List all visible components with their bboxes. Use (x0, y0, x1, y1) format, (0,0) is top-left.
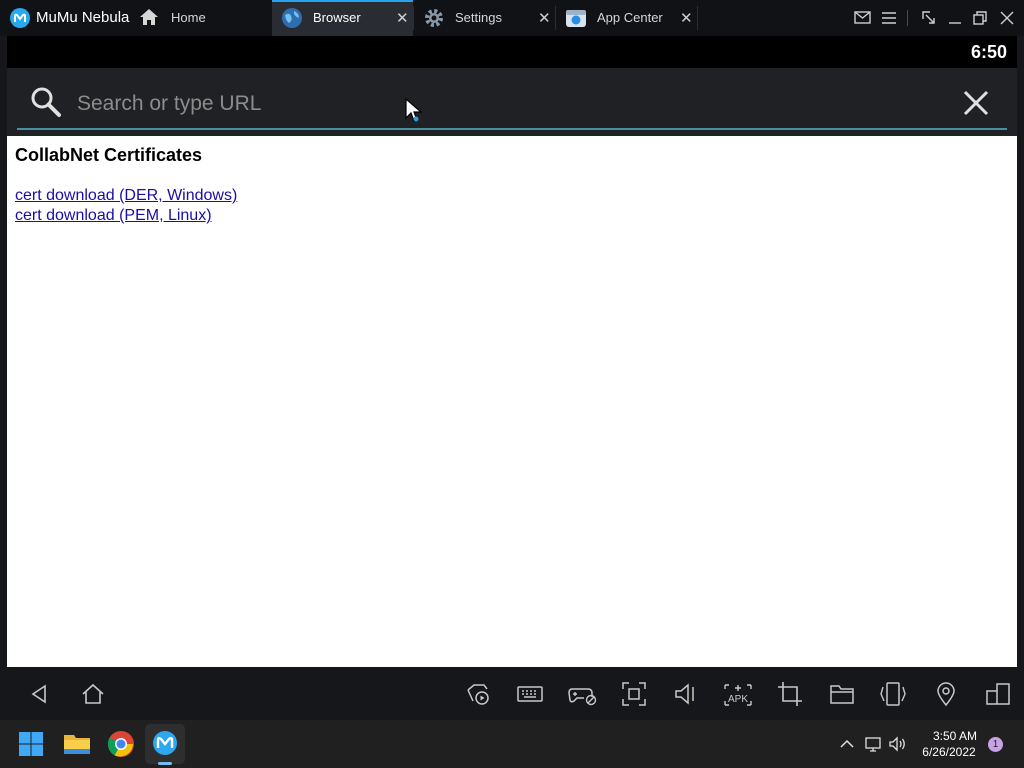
clear-icon[interactable] (963, 90, 989, 116)
file-explorer-icon[interactable] (62, 730, 94, 762)
apk-install-icon[interactable]: APK (723, 681, 753, 707)
notification-badge[interactable]: 1 (988, 737, 1003, 752)
tab-app-center-label: App Center (597, 10, 663, 25)
volume-icon[interactable] (673, 681, 699, 707)
location-icon[interactable] (933, 681, 959, 707)
menu-icon[interactable] (878, 7, 900, 29)
web-page: CollabNet Certificates cert download (DE… (7, 136, 1017, 667)
chrome-icon[interactable] (106, 729, 138, 761)
screen-fit-icon[interactable] (621, 681, 647, 707)
tab-app-center[interactable]: App Center ✕ (556, 0, 697, 36)
search-icon[interactable] (29, 85, 63, 119)
clock-time[interactable]: 3:50 AM (920, 729, 990, 743)
globe-icon (282, 8, 302, 28)
gear-icon (425, 9, 443, 27)
emulator-toolbar: APK (0, 667, 1024, 720)
url-bar (7, 68, 1017, 136)
minimize-icon[interactable] (944, 7, 966, 29)
url-bar-underline (17, 128, 1007, 130)
gamepad-icon[interactable] (568, 681, 597, 707)
tab-browser-label: Browser (313, 10, 361, 25)
multi-window-icon[interactable] (985, 681, 1011, 707)
speaker-icon[interactable] (889, 736, 907, 752)
url-input[interactable] (75, 86, 939, 122)
tab-home-label: Home (171, 10, 206, 25)
status-time: 6:50 (970, 42, 1007, 62)
close-icon[interactable]: ✕ (396, 9, 409, 27)
rotate-icon[interactable] (880, 681, 906, 707)
chevron-up-icon[interactable] (838, 736, 856, 752)
back-icon[interactable] (26, 681, 52, 707)
windows-start-icon[interactable] (17, 730, 47, 760)
close-icon[interactable]: ✕ (680, 9, 693, 27)
restore-icon[interactable] (969, 7, 991, 29)
crop-icon[interactable] (777, 681, 803, 707)
app-center-icon (566, 10, 586, 27)
tab-browser[interactable]: Browser ✕ (272, 0, 413, 36)
mumu-logo-icon (10, 8, 30, 28)
clock-date[interactable]: 6/26/2022 (918, 745, 980, 759)
title-bar: MuMu Nebula Home Browser ✕ Settings ✕ Ap… (0, 0, 1024, 36)
windows-taskbar: 3:50 AM 6/26/2022 (0, 720, 1024, 768)
close-icon[interactable]: ✕ (538, 9, 551, 27)
app-name: MuMu Nebula (36, 9, 130, 26)
page-heading: CollabNet Certificates (15, 145, 203, 165)
mouse-cursor-icon (405, 98, 423, 122)
cert-download-pem-link[interactable]: cert download (PEM, Linux) (15, 207, 212, 225)
folder-icon[interactable] (829, 681, 855, 707)
keyboard-icon[interactable] (517, 681, 543, 707)
network-icon[interactable] (864, 736, 882, 752)
mail-icon[interactable] (852, 7, 874, 29)
video-record-icon[interactable] (465, 681, 491, 707)
apk-label: APK (728, 694, 748, 705)
cert-download-der-link[interactable]: cert download (DER, Windows) (15, 187, 237, 205)
home-icon (140, 9, 158, 25)
android-status-bar: 6:50 (7, 36, 1017, 68)
close-icon[interactable] (996, 7, 1018, 29)
control-divider (907, 10, 908, 26)
tab-home[interactable]: Home (136, 0, 270, 36)
home-icon[interactable] (80, 681, 106, 707)
tab-settings[interactable]: Settings ✕ (414, 0, 555, 36)
tab-settings-label: Settings (455, 10, 502, 25)
mumu-icon[interactable] (151, 729, 179, 757)
tab-divider (697, 6, 698, 30)
resize-icon[interactable] (918, 7, 940, 29)
active-app-indicator (158, 762, 172, 765)
